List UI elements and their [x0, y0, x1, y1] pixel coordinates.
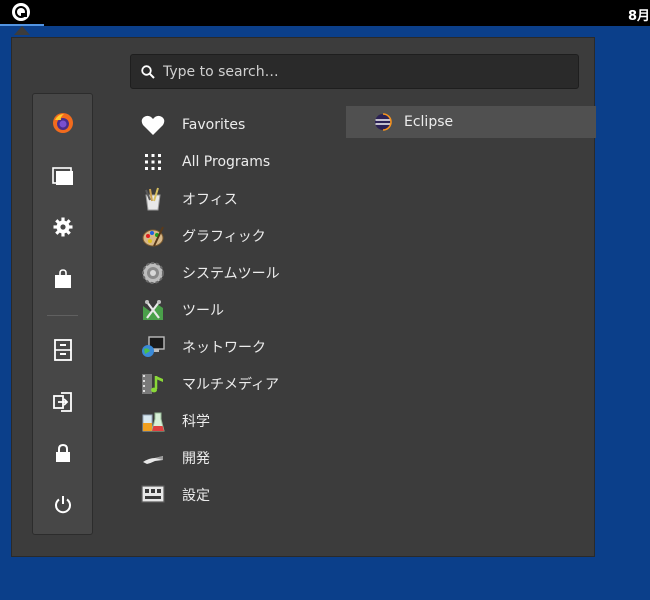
sidebar-files[interactable]: [33, 156, 92, 196]
sidebar-lock[interactable]: [33, 433, 92, 473]
system-tools-icon: [140, 260, 166, 286]
category-multimedia[interactable]: マルチメディア: [140, 365, 340, 402]
category-list: Favorites All Programs オフィス グラフィック システムツ…: [140, 106, 340, 513]
category-science[interactable]: 科学: [140, 402, 340, 439]
category-all-programs[interactable]: All Programs: [140, 143, 340, 180]
office-icon: [140, 186, 166, 212]
category-development[interactable]: 開発: [140, 439, 340, 476]
logout-icon: [52, 392, 72, 412]
network-icon: [140, 334, 166, 360]
sidebar-firefox[interactable]: [33, 103, 92, 143]
shopping-bag-icon: [54, 269, 71, 288]
sidebar-settings[interactable]: [33, 207, 92, 247]
sidebar-power[interactable]: [33, 485, 92, 525]
menu-button[interactable]: [0, 0, 44, 26]
category-label: ネットワーク: [182, 339, 266, 356]
gear-icon: [53, 217, 72, 237]
places-sidebar: [32, 93, 93, 535]
category-label: システムツール: [182, 265, 280, 282]
category-label: 科学: [182, 413, 210, 430]
category-label: ツール: [182, 302, 224, 319]
power-icon: [54, 496, 71, 514]
firefox-icon: [52, 113, 73, 133]
popover-arrow: [14, 26, 30, 35]
category-network[interactable]: ネットワーク: [140, 328, 340, 365]
category-tools[interactable]: ツール: [140, 291, 340, 328]
sidebar-logout[interactable]: [33, 382, 92, 422]
category-system-tools[interactable]: システムツール: [140, 254, 340, 291]
application-menu: Favorites All Programs オフィス: [11, 37, 596, 557]
search-box[interactable]: [130, 54, 579, 89]
grid-icon: [140, 149, 166, 175]
sidebar-separator: [47, 315, 78, 316]
category-favorites[interactable]: Favorites: [140, 106, 340, 143]
category-label: オフィス: [182, 191, 238, 208]
category-graphics[interactable]: グラフィック: [140, 217, 340, 254]
sidebar-software[interactable]: [33, 259, 92, 299]
category-settings[interactable]: 設定: [140, 476, 340, 513]
eclipse-icon: [375, 113, 392, 131]
app-list: Eclipse: [346, 106, 596, 138]
heart-icon: [140, 112, 166, 138]
folder-icon: [51, 167, 73, 185]
category-label: 開発: [182, 450, 210, 467]
settings-icon: [140, 482, 166, 508]
category-label: Favorites: [182, 116, 246, 133]
top-panel: 8月: [0, 0, 650, 26]
category-label: マルチメディア: [182, 376, 280, 393]
category-label: All Programs: [182, 153, 271, 170]
development-icon: [140, 445, 166, 471]
category-label: グラフィック: [182, 228, 266, 245]
app-eclipse[interactable]: Eclipse: [346, 106, 596, 138]
cabinet-icon: [53, 339, 72, 361]
science-icon: [140, 408, 166, 434]
search-input[interactable]: [163, 63, 543, 80]
tools-icon: [140, 297, 166, 323]
category-label: 設定: [182, 487, 210, 504]
menu-logo-icon: [12, 3, 30, 21]
category-office[interactable]: オフィス: [140, 180, 340, 217]
search-icon: [141, 64, 155, 79]
sidebar-cabinet[interactable]: [33, 330, 92, 370]
clock[interactable]: 8月: [628, 5, 650, 24]
app-label: Eclipse: [404, 114, 454, 130]
multimedia-icon: [140, 371, 166, 397]
graphics-icon: [140, 223, 166, 249]
lock-icon: [55, 443, 70, 462]
